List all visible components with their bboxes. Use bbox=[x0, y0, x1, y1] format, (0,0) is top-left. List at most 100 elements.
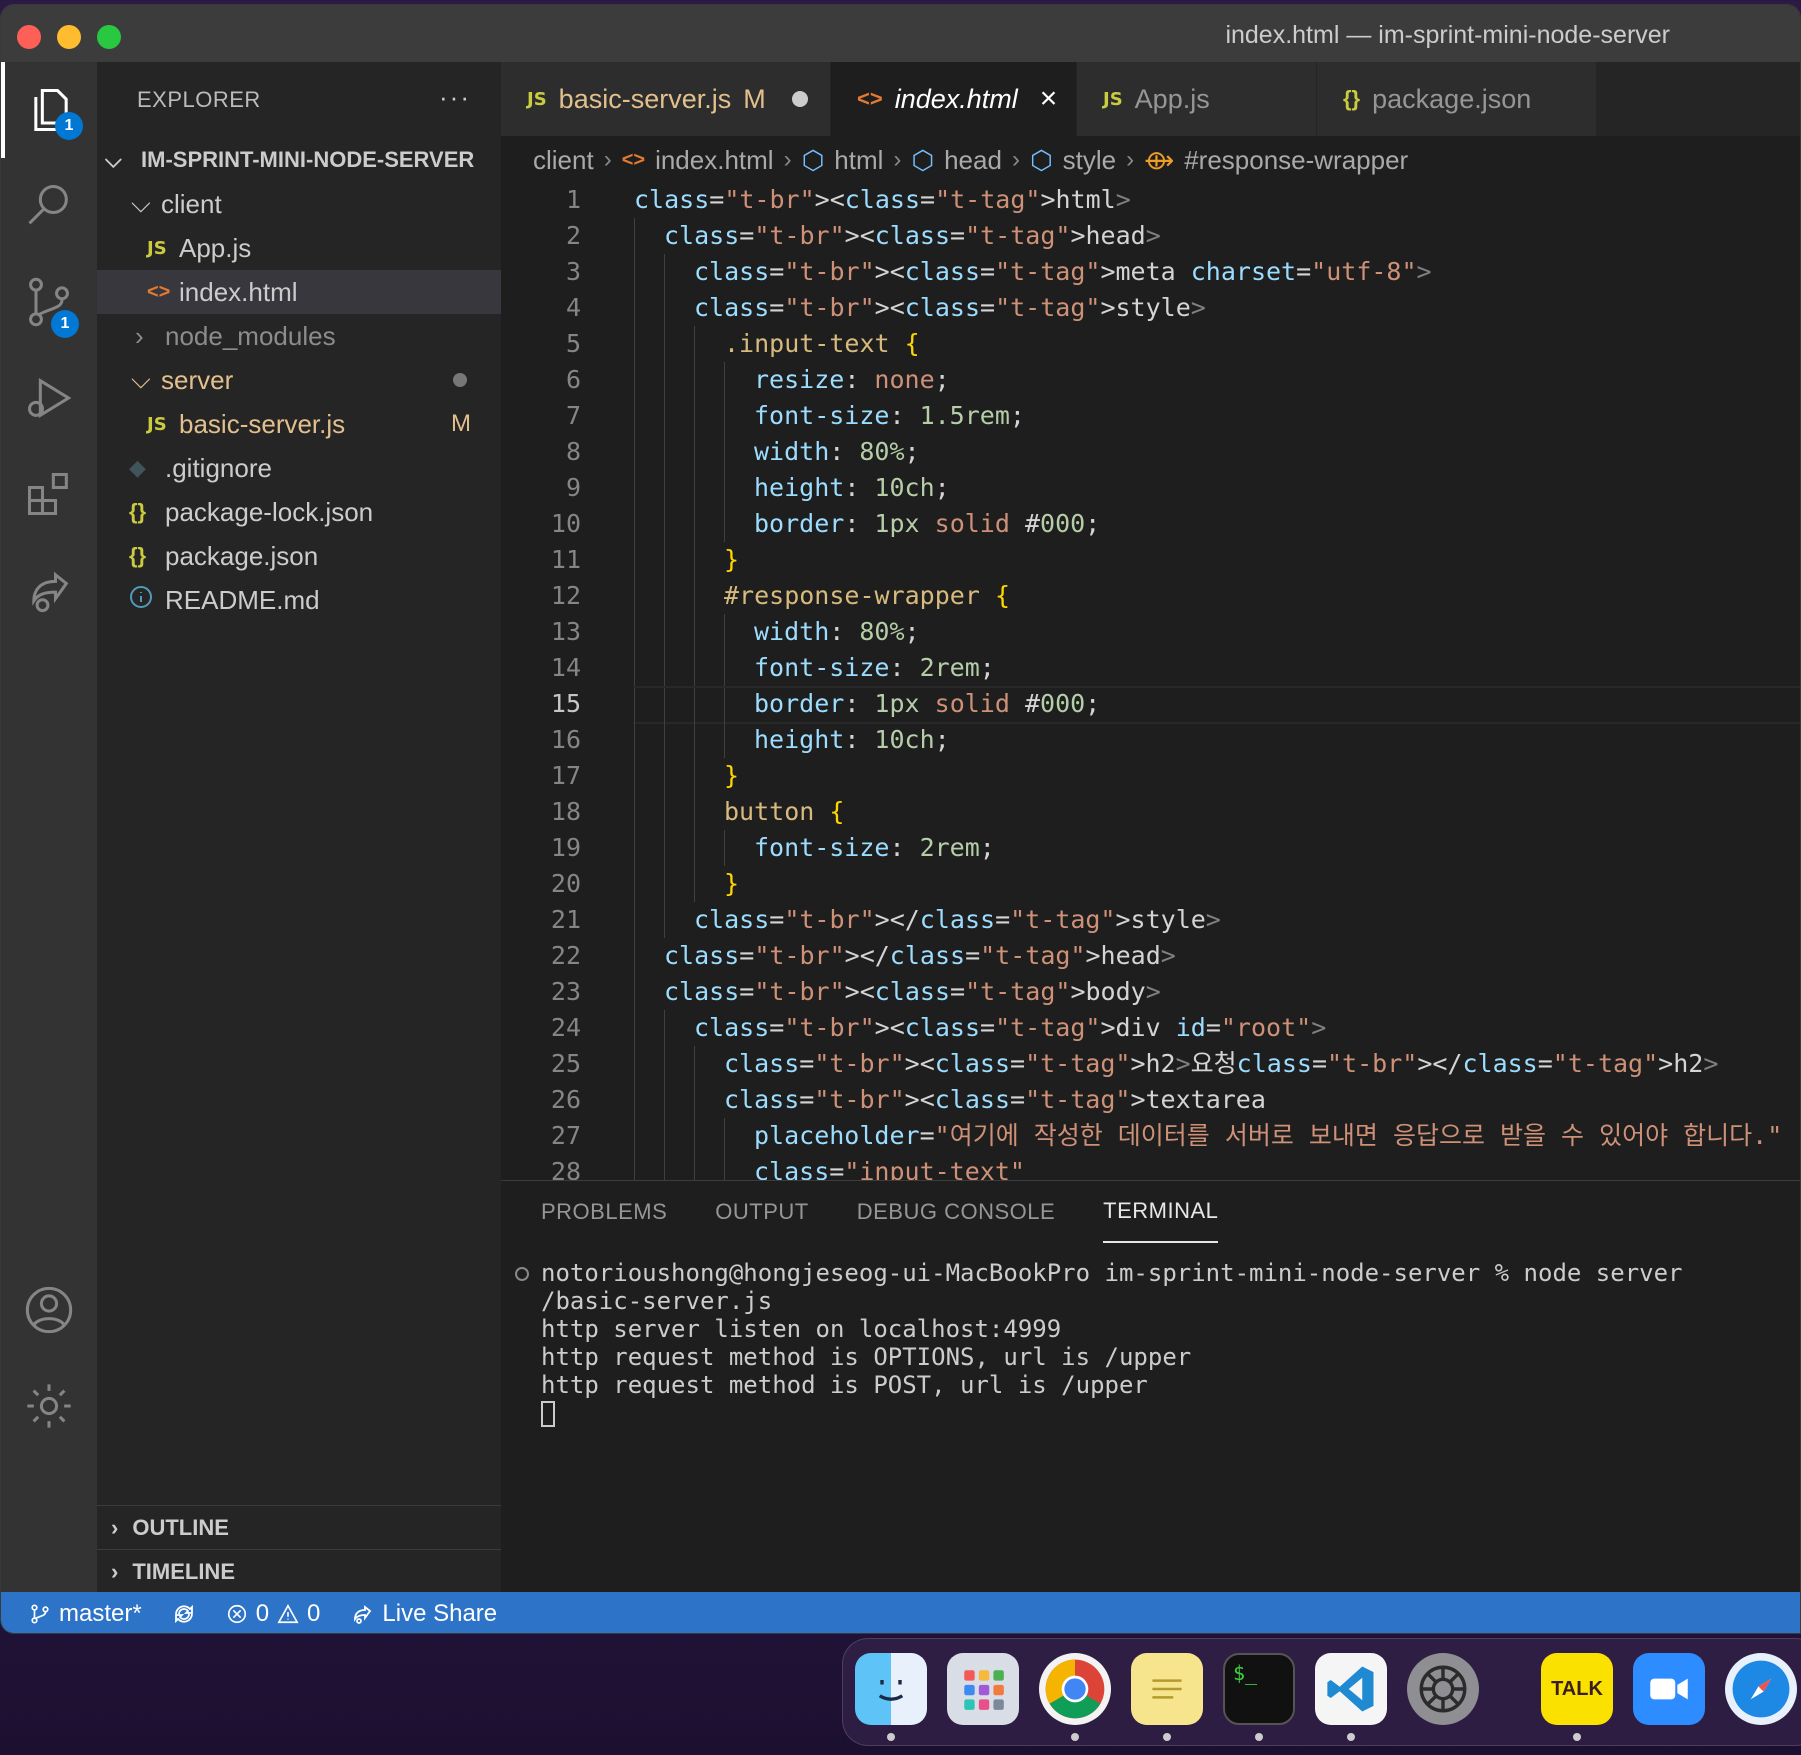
tree-item-label: index.html bbox=[179, 276, 298, 307]
code-line[interactable]: 28 class="input-text" bbox=[501, 1154, 1800, 1182]
tree-item-label: client bbox=[161, 188, 222, 219]
code-text: button { bbox=[724, 797, 845, 826]
window-minimize-button[interactable] bbox=[57, 25, 81, 49]
breadcrumb-item[interactable]: head bbox=[944, 145, 1002, 176]
code-line[interactable]: 9 height: 10ch; bbox=[501, 470, 1800, 506]
terminal-line: http server listen on localhost:4999 bbox=[541, 1315, 1062, 1343]
indent-guide bbox=[634, 1118, 635, 1154]
close-icon[interactable]: × bbox=[1040, 82, 1058, 116]
code-line[interactable]: 14 font-size: 2rem; bbox=[501, 650, 1800, 686]
search-activity-button[interactable] bbox=[1, 158, 97, 254]
outline-section-header[interactable]: › OUTLINE bbox=[97, 1505, 501, 1549]
problems-status[interactable]: 0 0 bbox=[226, 1600, 320, 1628]
tree-file-app-js[interactable]: JS App.js bbox=[97, 226, 501, 270]
window-close-button[interactable] bbox=[17, 25, 41, 49]
code-text: width: 80%; bbox=[754, 437, 920, 466]
code-line[interactable]: 5 .input-text { bbox=[501, 326, 1800, 362]
workspace-root[interactable]: ⌵ IM-SPRINT-MINI-NODE-SERVER bbox=[97, 138, 501, 182]
window-maximize-button[interactable] bbox=[97, 25, 121, 49]
live-share-status[interactable]: Live Share bbox=[350, 1600, 497, 1628]
breadcrumb-item[interactable]: index.html bbox=[655, 145, 774, 176]
tree-folder-server[interactable]: ⌵ server bbox=[97, 358, 501, 402]
indent-guide bbox=[724, 398, 725, 434]
system-settings-icon[interactable] bbox=[1407, 1653, 1479, 1725]
breadcrumb-item[interactable]: style bbox=[1063, 145, 1116, 176]
branch-status[interactable]: master* bbox=[29, 1600, 142, 1628]
tree-file-readme-md[interactable]: README.md bbox=[97, 578, 501, 622]
tab-problems[interactable]: PROBLEMS bbox=[541, 1181, 667, 1243]
code-line[interactable]: 25 class="t-br"><class="t-tag">h2>요청class… bbox=[501, 1046, 1800, 1082]
bottom-panel: PROBLEMS OUTPUT DEBUG CONSOLE TERMINAL n… bbox=[501, 1180, 1800, 1592]
tab-index-html[interactable]: <> index.html × bbox=[831, 62, 1077, 136]
tab-package-json[interactable]: {} package.json bbox=[1317, 62, 1597, 136]
code-line[interactable]: 11} bbox=[501, 542, 1800, 578]
manage-activity-button[interactable] bbox=[1, 1358, 97, 1454]
sync-icon bbox=[174, 1604, 193, 1623]
tree-file-package-lock-json[interactable]: {} package-lock.json bbox=[97, 490, 501, 534]
tree-file-index-html[interactable]: <> index.html bbox=[97, 270, 501, 314]
tree-file-gitignore[interactable]: ◆ .gitignore bbox=[97, 446, 501, 490]
code-line[interactable]: 15 border: 1px solid #000; bbox=[501, 686, 1800, 724]
indent-guide bbox=[724, 362, 725, 398]
source-control-activity-button[interactable]: 1 bbox=[1, 254, 97, 350]
code-line[interactable]: 1 class="t-br"><class="t-tag">html> bbox=[501, 182, 1800, 218]
tab-debug-console[interactable]: DEBUG CONSOLE bbox=[857, 1181, 1055, 1243]
code-line[interactable]: 24 class="t-br"><class="t-tag">div id="ro… bbox=[501, 1010, 1800, 1046]
code-line[interactable]: 19 font-size: 2rem; bbox=[501, 830, 1800, 866]
sidebar-sections: › OUTLINE › TIMELINE bbox=[97, 1505, 501, 1593]
code-text: } bbox=[724, 761, 740, 790]
code-line[interactable]: 16 height: 10ch; bbox=[501, 722, 1800, 758]
vscode-icon[interactable] bbox=[1315, 1653, 1387, 1725]
notes-icon[interactable] bbox=[1131, 1653, 1203, 1725]
accounts-activity-button[interactable] bbox=[1, 1262, 97, 1358]
code-line[interactable]: 20} bbox=[501, 866, 1800, 902]
tree-file-package-json[interactable]: {} package.json bbox=[97, 534, 501, 578]
breadcrumb-item[interactable]: #response-wrapper bbox=[1184, 145, 1408, 176]
code-line[interactable]: 22 class="t-br"></class="t-tag">head> bbox=[501, 938, 1800, 974]
breadcrumb-item[interactable]: html bbox=[834, 145, 883, 176]
code-line[interactable]: 21 class="t-br"></class="t-tag">style> bbox=[501, 902, 1800, 938]
launchpad-icon[interactable] bbox=[947, 1653, 1019, 1725]
code-line[interactable]: 23 class="t-br"><class="t-tag">body> bbox=[501, 974, 1800, 1010]
extensions-activity-button[interactable] bbox=[1, 446, 97, 542]
tree-file-basic-server-js[interactable]: JS basic-server.js M bbox=[97, 402, 501, 446]
finder-icon[interactable] bbox=[855, 1653, 927, 1725]
code-line[interactable]: 8 width: 80%; bbox=[501, 434, 1800, 470]
unsaved-dot-icon[interactable] bbox=[791, 91, 808, 107]
tab-output[interactable]: OUTPUT bbox=[715, 1181, 808, 1243]
kakaotalk-icon[interactable]: TALK bbox=[1541, 1653, 1613, 1725]
run-debug-activity-button[interactable] bbox=[1, 350, 97, 446]
code-line[interactable]: 13 width: 80%; bbox=[501, 614, 1800, 650]
breadcrumb-item[interactable]: client bbox=[533, 145, 594, 176]
code-line[interactable]: 2 class="t-br"><class="t-tag">head> bbox=[501, 218, 1800, 254]
code-line[interactable]: 27 placeholder="여기에 작성한 데이터를 서버로 보내면 응답으로… bbox=[501, 1118, 1800, 1154]
code-line[interactable]: 12 #response-wrapper { bbox=[501, 578, 1800, 614]
explorer-activity-button[interactable]: 1 bbox=[1, 62, 97, 158]
code-text: width: 80%; bbox=[754, 617, 920, 646]
code-line[interactable]: 6 resize: none; bbox=[501, 362, 1800, 398]
code-line[interactable]: 3 class="t-br"><class="t-tag">meta charse… bbox=[501, 254, 1800, 290]
tree-folder-node-modules[interactable]: › node_modules bbox=[97, 314, 501, 358]
sync-button[interactable] bbox=[172, 1602, 196, 1626]
chrome-icon[interactable] bbox=[1039, 1653, 1111, 1725]
code-line[interactable]: 26 class="t-br"><class="t-tag">textarea bbox=[501, 1082, 1800, 1118]
tab-terminal[interactable]: TERMINAL bbox=[1103, 1181, 1219, 1243]
code-line[interactable]: 7 font-size: 1.5rem; bbox=[501, 398, 1800, 434]
safari-icon[interactable] bbox=[1725, 1653, 1797, 1725]
code-editor[interactable]: 1 class="t-br"><class="t-tag">html> 2 class… bbox=[501, 182, 1800, 1182]
timeline-section-header[interactable]: › TIMELINE bbox=[97, 1549, 501, 1593]
terminal-icon[interactable]: $_ bbox=[1223, 1653, 1295, 1725]
code-line[interactable]: 10 border: 1px solid #000; bbox=[501, 506, 1800, 542]
more-actions-button[interactable]: ··· bbox=[439, 82, 471, 113]
code-line[interactable]: 18 button { bbox=[501, 794, 1800, 830]
zoom-icon[interactable] bbox=[1633, 1653, 1705, 1725]
indent-guide bbox=[634, 398, 635, 434]
tab-basic-server-js[interactable]: JS basic-server.js M bbox=[501, 62, 831, 136]
code-line[interactable]: 4 class="t-br"><class="t-tag">style> bbox=[501, 290, 1800, 326]
live-share-activity-button[interactable] bbox=[1, 542, 97, 638]
tab-app-js[interactable]: JS App.js bbox=[1077, 62, 1317, 136]
tree-folder-client[interactable]: ⌵ client bbox=[97, 182, 501, 226]
terminal-output[interactable]: notorioushong@hongjeseog-ui-MacBookPro i… bbox=[515, 1259, 1683, 1427]
explorer-title: EXPLORER bbox=[137, 87, 261, 112]
code-line[interactable]: 17} bbox=[501, 758, 1800, 794]
